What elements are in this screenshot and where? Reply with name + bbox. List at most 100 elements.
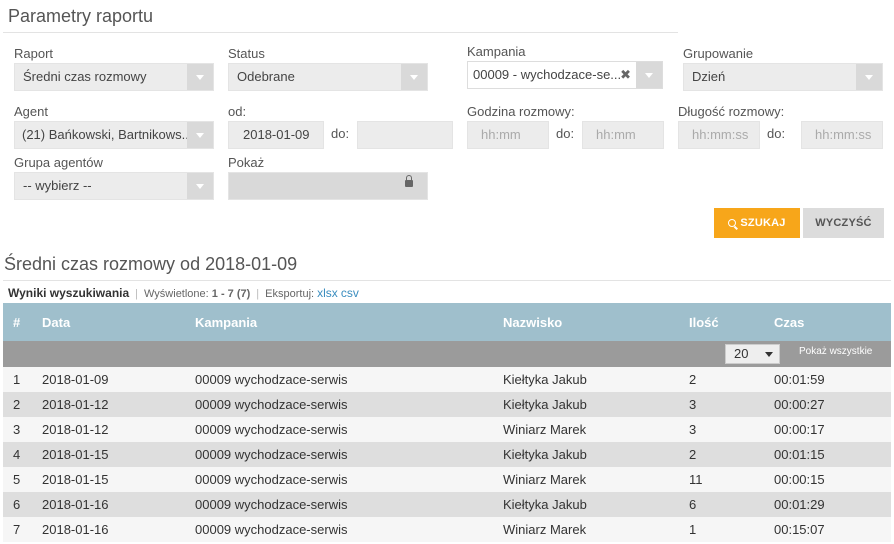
pokaz-select[interactable] [228, 172, 428, 200]
kampania-label: Kampania [467, 44, 526, 59]
duration-do-label: do: [767, 126, 786, 141]
search-icon [728, 219, 737, 227]
params-title: Parametry raportu [8, 6, 154, 26]
grupa-label: Grupa agentów [14, 155, 103, 170]
results-title: Średni czas rozmowy od 2018-01-09 [4, 254, 298, 274]
column-header-kampania[interactable]: Kampania [185, 303, 493, 341]
column-header-number[interactable]: # [3, 303, 32, 341]
cell-number: 1 [3, 367, 32, 392]
agent-value: (21) Bańkowski, Bartnikows... [22, 127, 193, 142]
duration-to-input[interactable]: hh:mm:ss [801, 121, 883, 149]
cell-time: 00:01:29 [764, 492, 891, 517]
date-from-input[interactable]: 2018-01-09 [228, 121, 324, 149]
search-button[interactable]: SZUKAJ [714, 208, 800, 238]
cell-campaign: 00009 wychodzace-serwis [185, 392, 493, 417]
agent-select[interactable]: (21) Bańkowski, Bartnikows... [14, 121, 214, 149]
dlugosc-label: Długość rozmowy: [678, 104, 785, 119]
results-heading: Wyniki wyszukiwania [8, 286, 130, 300]
grupowanie-select[interactable]: Dzień [683, 63, 883, 91]
chevron-down-icon [187, 173, 213, 199]
displayed-label: Wyświetlone: [144, 288, 209, 300]
kampania-select[interactable]: 00009 - wychodzace-se... ✖ [467, 61, 663, 89]
grupowanie-value: Dzień [692, 69, 726, 84]
agent-label: Agent [14, 104, 48, 119]
cell-campaign: 00009 wychodzace-serwis [185, 367, 493, 392]
table-row: 2 2018-01-12 00009 wychodzace-serwis Kie… [3, 392, 891, 417]
cell-count: 11 [679, 467, 764, 492]
raport-label: Raport [14, 46, 54, 61]
clear-button-label: WYCZYŚĆ [815, 217, 872, 229]
cell-count: 2 [679, 442, 764, 467]
chevron-down-icon [401, 64, 427, 90]
pipe-separator: | [256, 288, 260, 300]
cell-count: 1 [679, 517, 764, 542]
cell-name: Winiarz Marek [493, 417, 679, 442]
date-from-value: 2018-01-09 [243, 127, 310, 142]
cell-campaign: 00009 wychodzace-serwis [185, 467, 493, 492]
cell-name: Kiełtyka Jakub [493, 492, 679, 517]
cell-count: 3 [679, 417, 764, 442]
raport-select[interactable]: Średni czas rozmowy [14, 63, 214, 91]
table-row: 7 2018-01-16 00009 wychodzace-serwis Win… [3, 517, 891, 542]
table-row: 1 2018-01-09 00009 wychodzace-serwis Kie… [3, 367, 891, 392]
table-row: 4 2018-01-15 00009 wychodzace-serwis Kie… [3, 442, 891, 467]
cell-name: Winiarz Marek [493, 467, 679, 492]
cell-number: 7 [3, 517, 32, 542]
duration-from-placeholder: hh:mm:ss [692, 127, 749, 142]
cell-count: 2 [679, 367, 764, 392]
clear-selection-icon[interactable]: ✖ [620, 62, 631, 88]
export-label: Eksportuj: [265, 288, 315, 300]
pokaz-label: Pokaż [228, 155, 265, 170]
column-header-nazwisko[interactable]: Nazwisko [493, 303, 679, 341]
export-xlsx-link[interactable]: xlsx [317, 286, 338, 300]
hour-from-placeholder: hh:mm [481, 127, 521, 142]
cell-number: 3 [3, 417, 32, 442]
page-size-value: 20 [734, 346, 749, 361]
grupa-select[interactable]: -- wybierz -- [14, 172, 214, 200]
cell-number: 2 [3, 392, 32, 417]
cell-count: 6 [679, 492, 764, 517]
cell-name: Kiełtyka Jakub [493, 367, 679, 392]
grupowanie-label: Grupowanie [683, 46, 754, 61]
cell-campaign: 00009 wychodzace-serwis [185, 442, 493, 467]
page-size-select[interactable]: 20 [725, 344, 780, 364]
cell-time: 00:01:15 [764, 442, 891, 467]
cell-campaign: 00009 wychodzace-serwis [185, 517, 493, 542]
table-header-row: # Data Kampania Nazwisko Ilość Czas [3, 303, 891, 341]
cell-date: 2018-01-12 [32, 392, 185, 417]
cell-date: 2018-01-09 [32, 367, 185, 392]
lock-icon [405, 175, 413, 187]
cell-date: 2018-01-16 [32, 492, 185, 517]
export-csv-link[interactable]: csv [341, 286, 359, 300]
hour-to-input[interactable]: hh:mm [582, 121, 664, 149]
hour-from-input[interactable]: hh:mm [467, 121, 549, 149]
cell-time: 00:00:17 [764, 417, 891, 442]
table-row: 3 2018-01-12 00009 wychodzace-serwis Win… [3, 417, 891, 442]
column-header-czas[interactable]: Czas [764, 303, 891, 341]
cell-campaign: 00009 wychodzace-serwis [185, 492, 493, 517]
cell-time: 00:01:59 [764, 367, 891, 392]
cell-time: 00:00:27 [764, 392, 891, 417]
duration-to-placeholder: hh:mm:ss [815, 127, 872, 142]
godzina-label: Godzina rozmowy: [467, 104, 575, 119]
chevron-down-icon [187, 64, 213, 90]
od-label: od: [228, 104, 247, 119]
cell-campaign: 00009 wychodzace-serwis [185, 417, 493, 442]
show-all-link[interactable]: Pokaż wszystkie [799, 346, 872, 357]
results-infobar: Wyniki wyszukiwania | Wyświetlone: 1 - 7 (… [8, 286, 359, 300]
raport-value: Średni czas rozmowy [23, 69, 147, 84]
chevron-down-icon [187, 122, 213, 148]
hour-to-placeholder: hh:mm [596, 127, 636, 142]
divider [3, 32, 678, 33]
hour-do-label: do: [556, 126, 575, 141]
date-to-input[interactable] [357, 121, 453, 149]
kampania-value: 00009 - wychodzace-se... [473, 67, 622, 82]
status-select[interactable]: Odebrane [228, 63, 428, 91]
column-header-data[interactable]: Data [32, 303, 185, 341]
column-header-ilosc[interactable]: Ilość [679, 303, 764, 341]
table-row: 6 2018-01-16 00009 wychodzace-serwis Kie… [3, 492, 891, 517]
clear-button[interactable]: WYCZYŚĆ [803, 208, 884, 238]
cell-date: 2018-01-15 [32, 442, 185, 467]
duration-from-input[interactable]: hh:mm:ss [678, 121, 760, 149]
cell-number: 5 [3, 467, 32, 492]
